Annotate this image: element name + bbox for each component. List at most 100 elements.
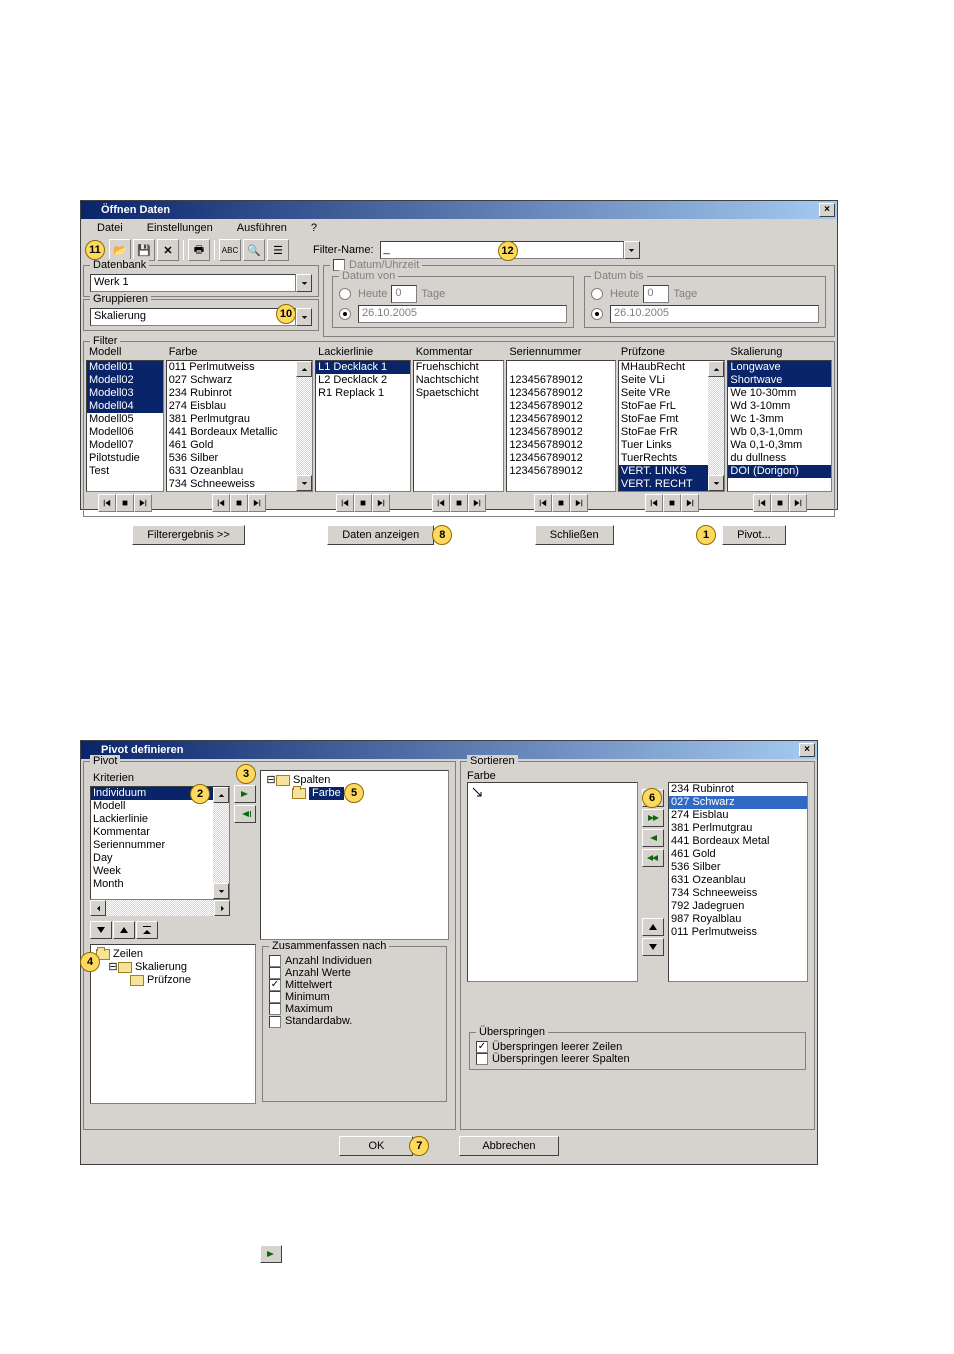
list-item[interactable]: Wd 3-10mm (728, 400, 831, 413)
move-left-icon[interactable] (642, 829, 664, 847)
list-item[interactable]: 011 Perlmutweiss (669, 926, 807, 939)
menu-datei[interactable]: Datei (85, 221, 135, 235)
list-item[interactable]: 123456789012 (507, 439, 615, 452)
radio-date-bis[interactable] (591, 308, 603, 320)
radio-heute-bis[interactable] (591, 288, 603, 300)
list-item[interactable]: Wb 0,3-1,0mm (728, 426, 831, 439)
list-item[interactable]: Longwave (728, 361, 831, 374)
gruppieren-field[interactable]: Skalierung (90, 308, 296, 326)
list-item[interactable] (507, 361, 615, 374)
page-stop-icon[interactable] (552, 494, 570, 512)
list-item[interactable]: Modell02 (87, 374, 163, 387)
checkbox-row[interactable]: Minimum (269, 991, 440, 1003)
chevron-down-icon[interactable] (296, 274, 312, 292)
move-down-icon[interactable] (90, 921, 112, 939)
list-item[interactable]: Modell01 (87, 361, 163, 374)
ok-button[interactable]: OK (339, 1136, 413, 1156)
chevron-down-icon[interactable] (296, 308, 312, 326)
save-icon[interactable]: 💾 (133, 239, 155, 261)
page-stop-icon[interactable] (771, 494, 789, 512)
abc-icon[interactable]: ABC (219, 239, 241, 261)
scroll-track[interactable] (213, 803, 229, 883)
move-up-icon[interactable] (113, 921, 135, 939)
page-stop-icon[interactable] (663, 494, 681, 512)
list-item[interactable]: Wc 1-3mm (728, 413, 831, 426)
move-left-all-icon[interactable] (642, 849, 664, 867)
checkbox[interactable] (476, 1053, 488, 1065)
chevron-down-icon[interactable] (624, 241, 640, 259)
print-icon[interactable]: 🖶 (188, 239, 210, 261)
move-right-icon[interactable] (234, 785, 256, 803)
page-last-icon[interactable] (789, 494, 807, 512)
page-stop-icon[interactable] (450, 494, 468, 512)
list-item[interactable]: 123456789012 (507, 413, 615, 426)
list-item[interactable]: Lackierlinie (91, 813, 229, 826)
list-item[interactable]: DOI (Dorigon) (728, 465, 831, 478)
tree-node-prufzone[interactable]: Prüfzone (94, 974, 252, 987)
scroll-right-icon[interactable] (214, 900, 230, 916)
list-item[interactable]: 123456789012 (507, 452, 615, 465)
open-icon[interactable]: 📂 (109, 239, 131, 261)
list-item[interactable]: 631 Ozeanblau (669, 874, 807, 887)
move-up-icon[interactable] (642, 918, 664, 936)
list-item[interactable]: Modell04 (87, 400, 163, 413)
list-item[interactable]: 381 Perlmutgrau (167, 413, 312, 426)
checkbox[interactable] (269, 991, 281, 1003)
page-last-icon[interactable] (134, 494, 152, 512)
list-item[interactable]: 274 Eisblau (167, 400, 312, 413)
kriterien-listbox[interactable]: IndividuumModellLackierlinieKommentarSer… (90, 786, 230, 900)
scroll-down-icon[interactable] (213, 883, 229, 899)
scrollbar[interactable] (296, 361, 312, 491)
list-item[interactable]: 441 Bordeaux Metal (669, 835, 807, 848)
move-right-icon[interactable] (260, 1245, 282, 1263)
page-first-icon[interactable] (534, 494, 552, 512)
list-icon[interactable]: ☰ (267, 239, 289, 261)
menu-help[interactable]: ? (299, 221, 329, 235)
list-item[interactable]: Modell06 (87, 426, 163, 439)
werk-field[interactable]: Werk 1 (90, 274, 296, 292)
list-item[interactable]: We 10-30mm (728, 387, 831, 400)
list-item[interactable]: Seriennummer (91, 839, 229, 852)
sort-listbox[interactable]: 234 Rubinrot027 Schwarz274 Eisblau381 Pe… (668, 782, 808, 982)
move-top-icon[interactable] (136, 921, 158, 939)
list-item[interactable]: 536 Silber (669, 861, 807, 874)
checkbox[interactable] (269, 979, 281, 991)
sort-tree[interactable] (467, 782, 638, 982)
werk-dropdown[interactable]: Werk 1 (90, 274, 312, 292)
page-last-icon[interactable] (468, 494, 486, 512)
list-item[interactable]: Kommentar (91, 826, 229, 839)
scroll-left-icon[interactable] (90, 900, 106, 916)
list-item[interactable]: du dullness (728, 452, 831, 465)
list-item[interactable]: Week (91, 865, 229, 878)
move-down-icon[interactable] (642, 938, 664, 956)
list-item[interactable]: 734 Schneeweiss (669, 887, 807, 900)
checkbox[interactable] (269, 955, 281, 967)
list-item[interactable]: 461 Gold (167, 439, 312, 452)
filter-name-dropdown[interactable]: _ 12 (380, 241, 640, 259)
filterergebnis-button[interactable]: Filterergebnis >> (132, 525, 245, 545)
list-item[interactable]: Spaetschicht (414, 387, 504, 400)
list-item[interactable]: 631 Ozeanblau (167, 465, 312, 478)
date-bis-field[interactable]: 26.10.2005 (610, 305, 819, 323)
close-icon[interactable]: × (799, 743, 815, 757)
menu-einstellungen[interactable]: Einstellungen (135, 221, 225, 235)
list-item[interactable]: L2 Decklack 2 (316, 374, 410, 387)
filter-listbox-skalierung[interactable]: LongwaveShortwaveWe 10-30mmWd 3-10mmWc 1… (727, 360, 832, 492)
list-item[interactable]: 536 Silber (167, 452, 312, 465)
list-item[interactable]: 123456789012 (507, 465, 615, 478)
page-first-icon[interactable] (212, 494, 230, 512)
list-item[interactable]: Day (91, 852, 229, 865)
tage-bis-field[interactable]: 0 (643, 285, 669, 303)
list-item[interactable]: 123456789012 (507, 400, 615, 413)
scroll-up-icon[interactable] (213, 787, 229, 803)
scrollbar-horizontal[interactable] (90, 900, 230, 916)
list-item[interactable]: Modell03 (87, 387, 163, 400)
radio-heute-von[interactable] (339, 288, 351, 300)
scroll-track[interactable] (106, 900, 214, 916)
daten-anzeigen-button[interactable]: Daten anzeigen (327, 525, 434, 545)
page-stop-icon[interactable] (354, 494, 372, 512)
menu-ausfuehren[interactable]: Ausführen (225, 221, 299, 235)
filter-listbox-farbe[interactable]: 011 Perlmutweiss027 Schwarz234 Rubinrot2… (166, 360, 313, 492)
checkbox-row[interactable]: Mittelwert (269, 979, 440, 991)
list-item[interactable]: Modell07 (87, 439, 163, 452)
